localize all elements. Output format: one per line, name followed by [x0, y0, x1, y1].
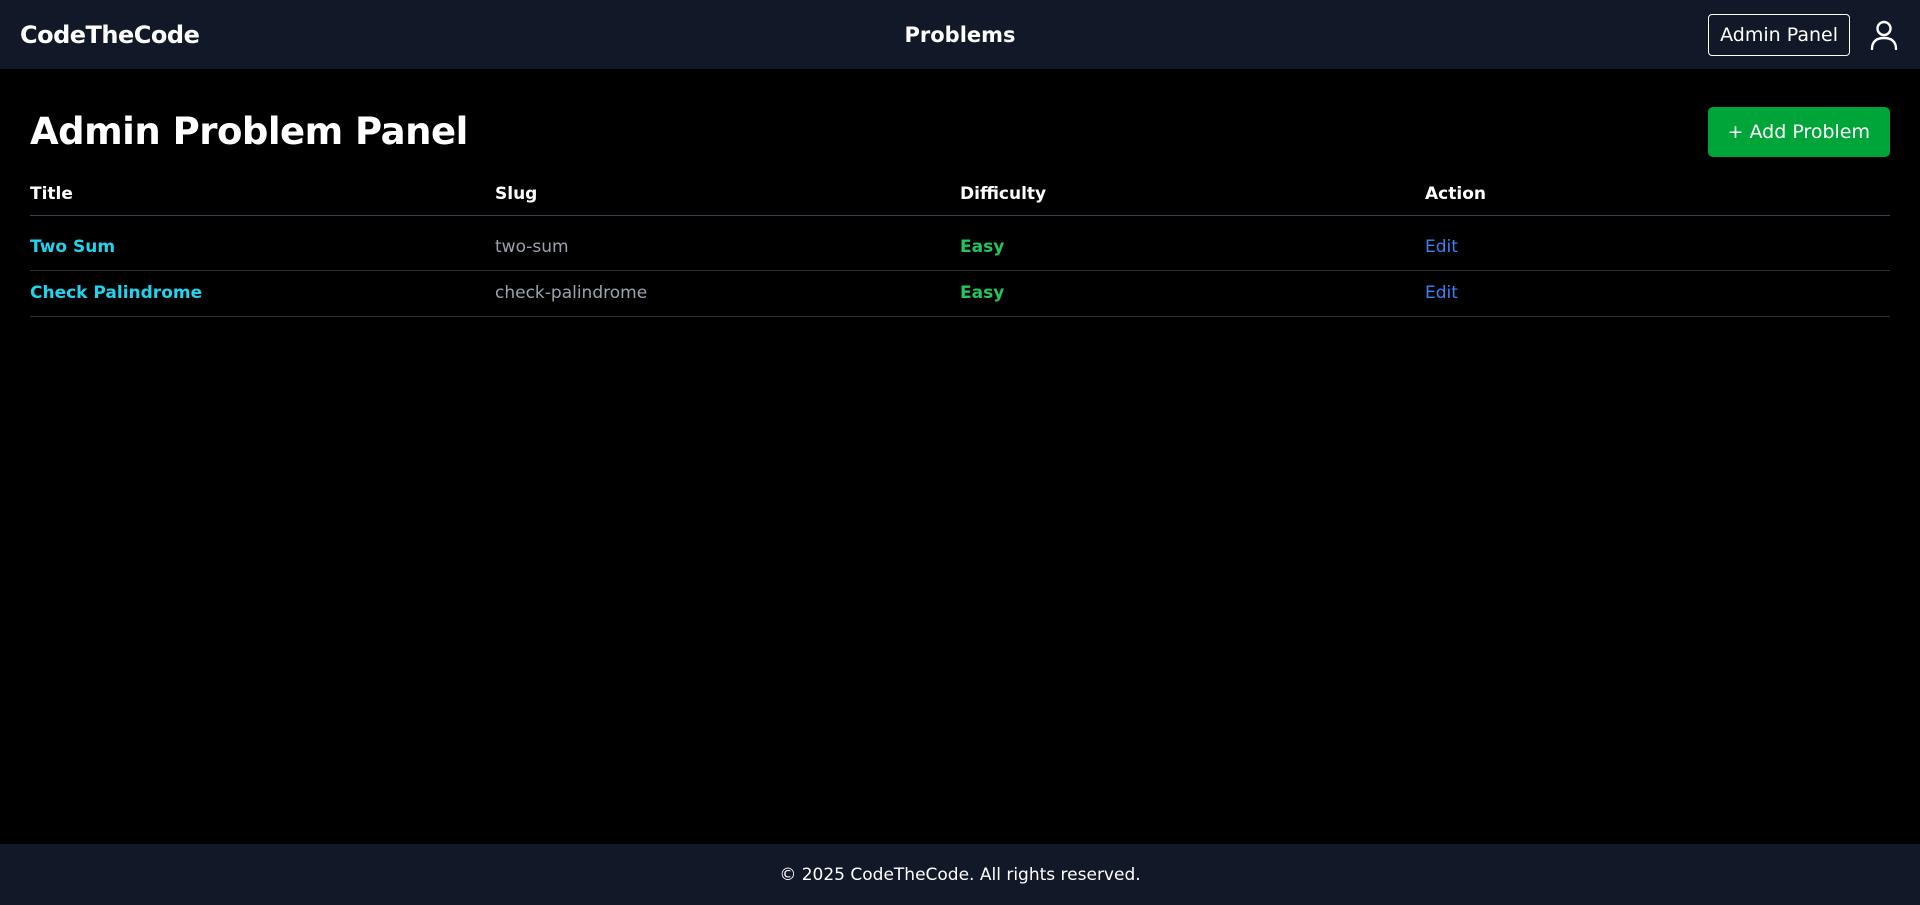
problem-title-link[interactable]: Check Palindrome	[30, 270, 495, 317]
difficulty-badge: Easy	[960, 270, 1425, 317]
problem-title-link[interactable]: Two Sum	[30, 215, 495, 271]
difficulty-badge: Easy	[960, 215, 1425, 271]
column-header-difficulty: Difficulty	[960, 184, 1425, 216]
header-actions: Admin Panel	[1708, 13, 1900, 56]
problem-slug: two-sum	[495, 215, 960, 271]
column-header-action: Action	[1425, 184, 1890, 216]
title-row: Admin Problem Panel + Add Problem	[30, 69, 1890, 184]
brand-logo[interactable]: CodeTheCode	[20, 21, 200, 49]
table-row: Check Palindrome check-palindrome Easy E…	[30, 270, 1890, 317]
column-header-slug: Slug	[495, 184, 960, 216]
edit-link[interactable]: Edit	[1425, 283, 1458, 303]
page-title: Admin Problem Panel	[30, 110, 468, 153]
add-problem-button[interactable]: + Add Problem	[1707, 106, 1890, 157]
top-navbar: CodeTheCode Problems Admin Panel	[0, 0, 1920, 69]
column-header-title: Title	[30, 184, 495, 216]
edit-link[interactable]: Edit	[1425, 237, 1458, 257]
footer-copyright: © 2025 CodeTheCode. All rights reserved.	[779, 864, 1141, 885]
problem-slug: check-palindrome	[495, 270, 960, 317]
footer: © 2025 CodeTheCode. All rights reserved.	[0, 844, 1920, 905]
table-row: Two Sum two-sum Easy Edit	[30, 215, 1890, 271]
table-header-row: Title Slug Difficulty Action	[30, 184, 1890, 216]
action-cell: Edit	[1425, 215, 1890, 271]
admin-panel-button[interactable]: Admin Panel	[1708, 13, 1850, 56]
user-icon[interactable]	[1868, 19, 1900, 51]
problems-table: Title Slug Difficulty Action Two Sum two…	[30, 184, 1890, 317]
main-content: Admin Problem Panel + Add Problem Title …	[0, 69, 1920, 844]
nav-link-problems[interactable]: Problems	[904, 0, 1015, 69]
action-cell: Edit	[1425, 270, 1890, 317]
